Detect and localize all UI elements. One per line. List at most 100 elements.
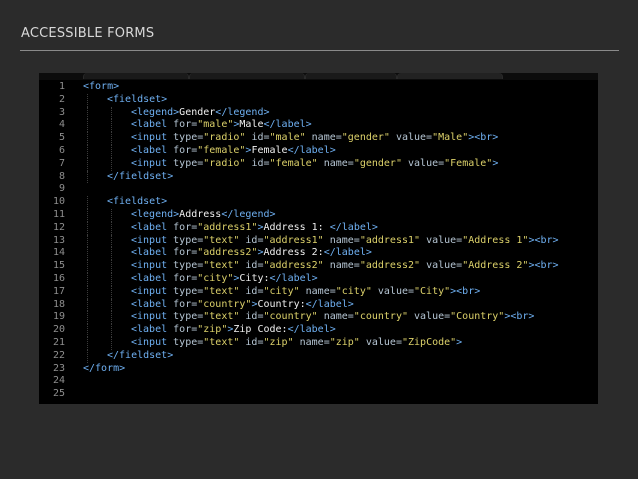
code-token-tag: <label — [131, 272, 174, 284]
code-token-str: "country" — [263, 311, 318, 323]
code-token-attr: type= — [173, 157, 204, 169]
code-token-attr: value= — [371, 285, 415, 297]
code-token-tag: </label> — [269, 272, 318, 284]
indent-guide — [111, 324, 112, 337]
code-token-str: "Female" — [444, 157, 493, 169]
code-token-attr: type= — [173, 234, 204, 246]
code-token-attr: value= — [420, 234, 463, 246]
line-number: 16 — [52, 272, 65, 284]
code-token-tag: <label — [131, 324, 174, 336]
title-divider — [20, 50, 619, 51]
editor-tab[interactable] — [83, 73, 189, 79]
code-token-str: "text" — [203, 285, 240, 297]
code-token-tag: <input — [131, 260, 174, 272]
code-token-tag: <form> — [83, 81, 120, 92]
code-text: <input type="radio" id="female" name="ge… — [131, 158, 498, 171]
code-text: <label for="address1">Address 1: </label… — [131, 222, 378, 235]
code-token-tag: > — [456, 336, 463, 348]
editor-tab-active[interactable] — [397, 73, 503, 79]
indent-guide — [87, 336, 88, 350]
code-token-attr: value= — [420, 260, 463, 272]
code-token-attr: id= — [239, 285, 264, 297]
line-number: 22 — [52, 349, 65, 361]
code-text: <label for="address2">Address 2:</label> — [131, 247, 372, 260]
code-text: <label for="city">City:</label> — [131, 273, 318, 286]
indent-guide — [87, 247, 88, 261]
code-token-str: "male" — [269, 132, 306, 144]
code-token-attr: value= — [359, 336, 402, 348]
line-number: 25 — [52, 388, 65, 400]
line-number: 12 — [52, 221, 65, 233]
code-token-attr: type= — [173, 132, 204, 144]
code-token-str: "address1" — [263, 234, 324, 246]
code-line: 2 <fieldset> — [39, 93, 598, 107]
indent-guide — [87, 260, 88, 273]
editor-tab[interactable] — [305, 73, 397, 79]
code-token-str: "Address 2" — [462, 260, 529, 272]
line-number: 4 — [58, 119, 65, 131]
code-token-attr: for= — [173, 324, 198, 336]
indent-guide — [111, 234, 112, 248]
code-token-tag: </label> — [323, 247, 372, 259]
code-token-attr: value= — [407, 311, 451, 323]
code-token-text: Gender — [179, 106, 216, 118]
code-token-str: "address2" — [197, 247, 258, 259]
code-line: 11 <legend>Address</legend> — [39, 208, 598, 222]
code-token-str: "city" — [335, 285, 372, 297]
code-line: 10 <fieldset> — [39, 196, 598, 209]
code-token-str: "country" — [197, 298, 252, 310]
code-token-tag: </label> — [305, 298, 354, 310]
code-token-str: "gender" — [341, 132, 390, 144]
code-token-str: "Male" — [432, 132, 469, 144]
code-token-tag: </fieldset> — [107, 349, 174, 361]
code-token-tag: <label — [131, 119, 174, 131]
line-number: 15 — [52, 260, 65, 272]
code-token-str: "city" — [197, 272, 234, 284]
code-token-tag: </legend> — [221, 208, 276, 220]
slide: ACCESSIBLE FORMS 1 <form> 2 <fieldset> 3 <leg… — [0, 0, 638, 479]
code-line: 3 <legend>Gender</legend> — [39, 106, 598, 120]
code-token-tag: </label> — [287, 324, 336, 336]
code-line: 13 <input type="text" id="address1" name=… — [39, 234, 598, 248]
code-line: 25 — [39, 388, 598, 401]
indent-guide — [87, 311, 88, 325]
code-token-attr: for= — [173, 247, 198, 259]
line-number: 13 — [52, 234, 65, 246]
indent-guide — [87, 170, 88, 184]
code-token-str: "female" — [197, 144, 246, 156]
line-number: 3 — [58, 106, 65, 118]
code-token-attr: id= — [239, 234, 264, 246]
indent-guide — [87, 106, 88, 120]
code-token-str: "zip" — [197, 324, 228, 336]
code-token-tag: <fieldset> — [107, 93, 168, 105]
code-token-tag: <label — [131, 221, 174, 233]
code-token-attr: type= — [173, 311, 204, 323]
editor-tab[interactable] — [189, 73, 305, 79]
code-area[interactable]: 1 <form> 2 <fieldset> 3 <legend>Gender</legen… — [39, 81, 598, 401]
code-line: 23 </form> — [39, 363, 598, 376]
code-line: 20 <label for="zip">Zip Code:</label> — [39, 324, 598, 337]
code-token-attr: type= — [173, 336, 204, 348]
code-text: <label for="male">Male</label> — [131, 119, 312, 132]
code-token-tag: </label> — [263, 119, 312, 131]
line-number: 5 — [58, 132, 65, 144]
code-line: 16 <label for="city">City:</label> — [39, 272, 598, 286]
code-token-tag: <label — [131, 144, 174, 156]
code-token-attr: for= — [173, 221, 198, 233]
code-text: </fieldset> — [107, 350, 173, 363]
editor-tab-strip — [39, 73, 598, 80]
code-token-attr: id= — [239, 336, 264, 348]
indent-guide — [87, 93, 88, 107]
indent-guide — [87, 208, 88, 222]
code-line: 18 <label for="country">Country:</label> — [39, 298, 598, 312]
indent-guide — [87, 298, 88, 312]
code-token-tag: <input — [131, 285, 174, 297]
code-token-tag: > — [492, 157, 499, 169]
code-token-str: "city" — [263, 285, 300, 297]
indent-guide — [111, 119, 112, 133]
code-token-tag: ><br> — [504, 311, 535, 323]
code-token-attr: type= — [173, 260, 204, 272]
code-token-text: Country: — [257, 298, 306, 310]
code-line: 14 <label for="address2">Address 2:</labe… — [39, 247, 598, 261]
indent-guide — [87, 324, 88, 337]
